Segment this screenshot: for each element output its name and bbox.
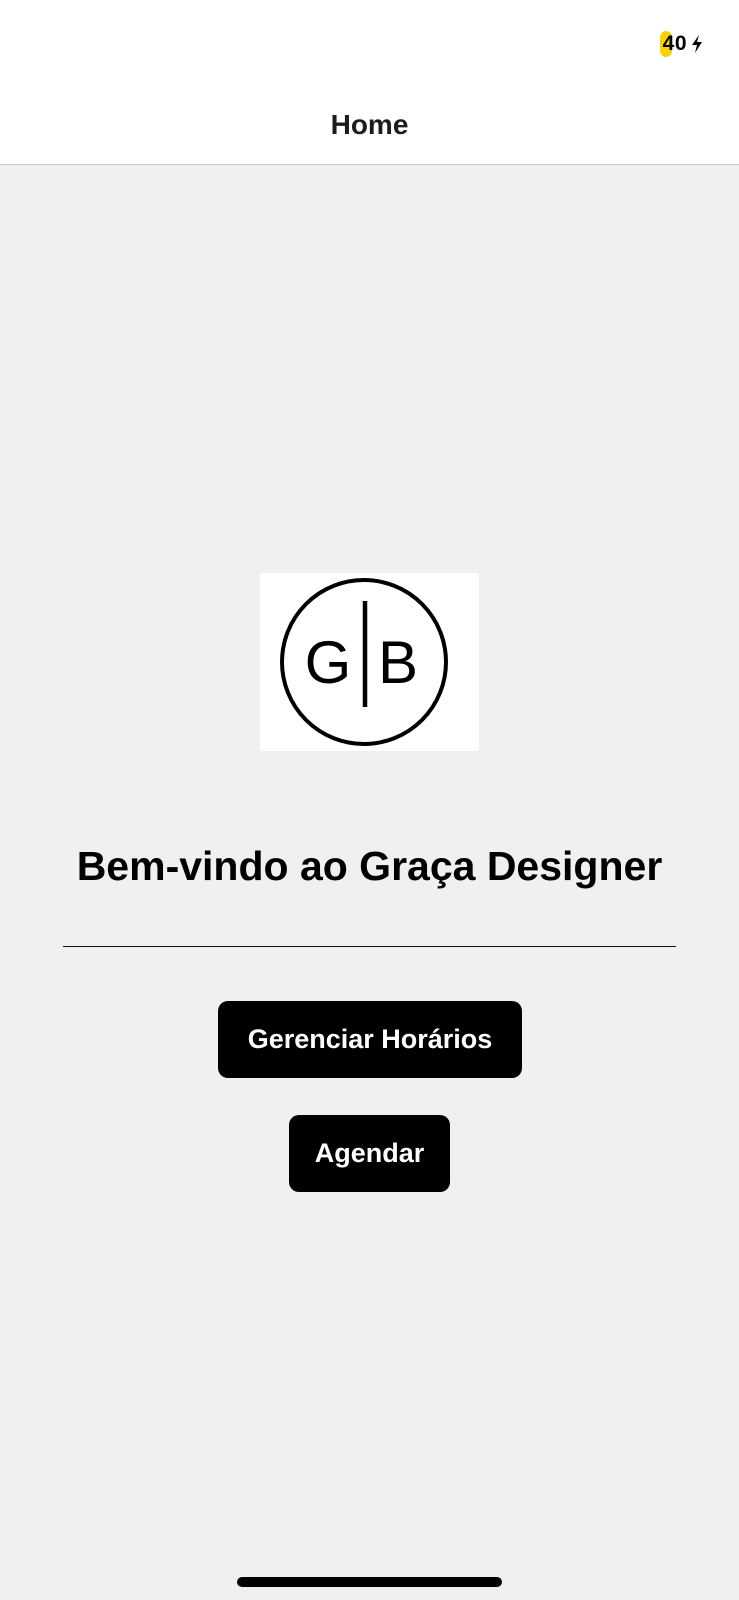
book-button[interactable]: Agendar [289, 1115, 450, 1192]
brand-logo: G B [260, 573, 479, 751]
battery-indicator: 40 [659, 31, 703, 57]
manage-schedule-button-label: Gerenciar Horários [247, 1024, 493, 1054]
app-screen: 40 Home G B Bem-vindo ao Graça Designer … [0, 0, 739, 1600]
battery-level: 40 [662, 32, 687, 55]
battery-pill: 40 [659, 31, 690, 57]
welcome-heading: Bem-vindo ao Graça Designer [76, 843, 663, 889]
logo-letter-b: B [378, 629, 418, 696]
logo-graphic: G B [280, 578, 448, 746]
status-bar: 40 [0, 0, 739, 88]
bolt-icon [692, 35, 702, 53]
divider [63, 946, 676, 947]
top-bar: 40 Home [0, 0, 739, 165]
manage-schedule-button[interactable]: Gerenciar Horários [218, 1001, 522, 1078]
home-indicator[interactable] [237, 1577, 502, 1587]
book-button-label: Agendar [314, 1138, 425, 1168]
logo-letter-g: G [305, 629, 352, 696]
page-title: Home [330, 109, 409, 140]
